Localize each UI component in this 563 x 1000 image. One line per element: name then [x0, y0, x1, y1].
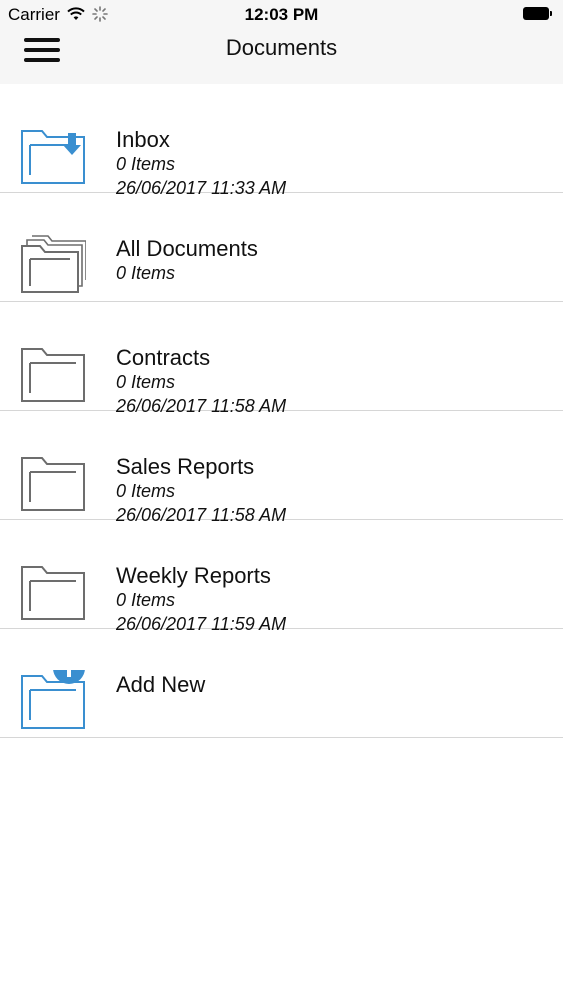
folder-item-count: 0 Items — [116, 154, 176, 174]
inbox-folder-icon — [21, 130, 85, 184]
folder-name: Add New — [116, 672, 206, 697]
folder-name: All Documents — [116, 236, 258, 261]
folder-name: Inbox — [116, 127, 170, 152]
folder-row-inbox[interactable]: Inbox 0 Items 26/06/2017 11:33 AM — [0, 84, 563, 198]
add-new-folder-button[interactable]: Add New — [0, 629, 563, 738]
folder-list: Inbox 0 Items 26/06/2017 11:33 AM All Do… — [0, 84, 563, 738]
folder-icon — [21, 457, 85, 511]
status-time: 12:03 PM — [244, 5, 319, 24]
folder-item-count: 0 Items — [116, 590, 176, 610]
folder-row-sales-reports[interactable]: Sales Reports 0 Items 26/06/2017 11:58 A… — [0, 411, 563, 525]
folder-name: Contracts — [116, 345, 211, 370]
folder-item-count: 0 Items — [116, 372, 176, 392]
folder-name: Sales Reports — [116, 454, 255, 479]
folder-item-count: 0 Items — [116, 481, 176, 501]
folder-row-all-documents[interactable]: All Documents 0 Items — [0, 193, 563, 302]
folder-row-contracts[interactable]: Contracts 0 Items 26/06/2017 11:58 AM — [0, 302, 563, 416]
folder-name: Weekly Reports — [116, 563, 271, 588]
page-title: Documents — [225, 35, 338, 60]
folder-icon — [21, 348, 85, 402]
folder-item-count: 0 Items — [116, 263, 176, 283]
status-bar: Carrier 12:03 PM — [0, 0, 563, 30]
add-folder-icon — [21, 670, 85, 729]
folder-row-weekly-reports[interactable]: Weekly Reports 0 Items 26/06/2017 11:59 … — [0, 520, 563, 634]
folder-icon — [21, 566, 85, 620]
all-documents-folder-icon — [21, 235, 86, 293]
battery-icon — [523, 7, 553, 20]
navigation-bar: Documents — [0, 30, 563, 84]
